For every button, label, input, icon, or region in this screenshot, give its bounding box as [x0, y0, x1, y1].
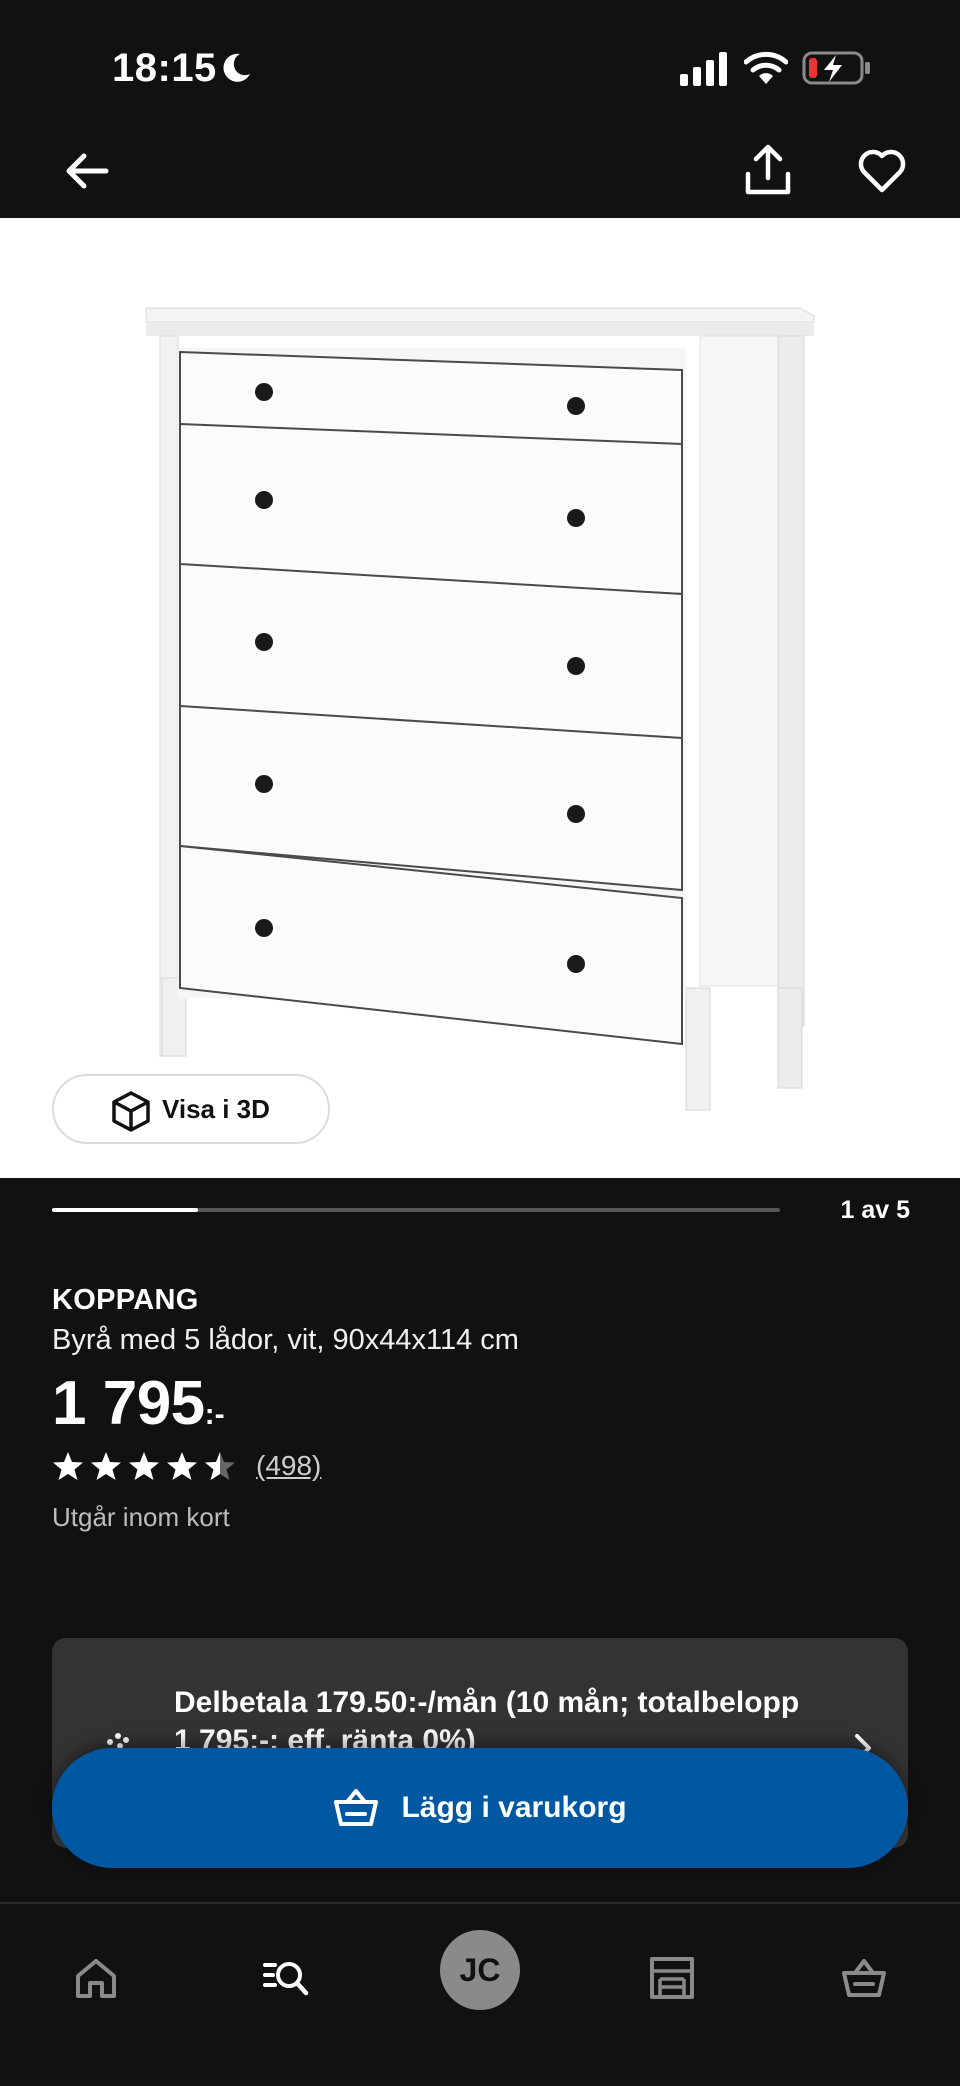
price-main: 1 795	[52, 1369, 205, 1438]
tab-cart[interactable]	[824, 1938, 904, 2018]
share-icon[interactable]	[740, 142, 796, 198]
tab-search[interactable]	[246, 1938, 326, 2018]
star-full-icon	[167, 1452, 197, 1480]
product-name: KOPPANG	[52, 1284, 199, 1316]
status-time: 18:15	[112, 46, 217, 90]
star-half-icon	[205, 1452, 235, 1480]
view-3d-button[interactable]: Visa i 3D	[52, 1074, 330, 1144]
avatar-initials: JC	[459, 1951, 501, 1988]
dresser-illustration	[145, 307, 815, 1111]
availability-status: Utgår inom kort	[52, 1502, 230, 1532]
product-price: 1 795:-	[52, 1368, 225, 1439]
search-list-icon	[263, 1962, 309, 1996]
basket-icon	[842, 1959, 886, 1997]
add-to-cart-button[interactable]: Lägg i varukorg	[52, 1748, 908, 1868]
bottom-tab-bar: JC	[0, 1902, 960, 2086]
tab-stores[interactable]	[632, 1938, 712, 2018]
moon-icon	[223, 53, 250, 82]
cube-3d-icon	[112, 1091, 150, 1132]
wifi-icon	[744, 51, 788, 84]
review-count-link[interactable]: (498)	[256, 1450, 321, 1482]
home-icon	[76, 1959, 116, 1998]
price-suffix: :-	[204, 1398, 225, 1431]
store-icon	[650, 1957, 694, 1999]
star-full-icon	[129, 1452, 159, 1480]
add-to-cart-label: Lägg i varukorg	[401, 1791, 627, 1824]
product-rating[interactable]: (498)	[52, 1448, 321, 1484]
star-full-icon	[91, 1452, 121, 1480]
gallery-progress-fill	[52, 1208, 198, 1212]
status-bar: 18:15	[0, 0, 960, 130]
back-arrow-icon[interactable]	[62, 146, 112, 196]
gallery-counter: 1 av 5	[840, 1196, 910, 1224]
cellular-signal-icon	[680, 52, 727, 86]
product-description: Byrå med 5 lådor, vit, 90x44x114 cm	[52, 1324, 519, 1356]
battery-charging-icon	[802, 51, 870, 85]
gallery-progress-bar	[52, 1208, 780, 1212]
product-image[interactable]: Visa i 3D	[0, 218, 960, 1178]
heart-icon[interactable]	[856, 144, 908, 196]
tab-home[interactable]	[56, 1938, 136, 2018]
view-3d-label: Visa i 3D	[162, 1093, 270, 1124]
tab-profile-avatar[interactable]: JC	[440, 1930, 520, 2010]
shopping-basket-icon	[334, 1789, 379, 1826]
star-full-icon	[53, 1452, 83, 1480]
nav-bar	[0, 130, 960, 218]
